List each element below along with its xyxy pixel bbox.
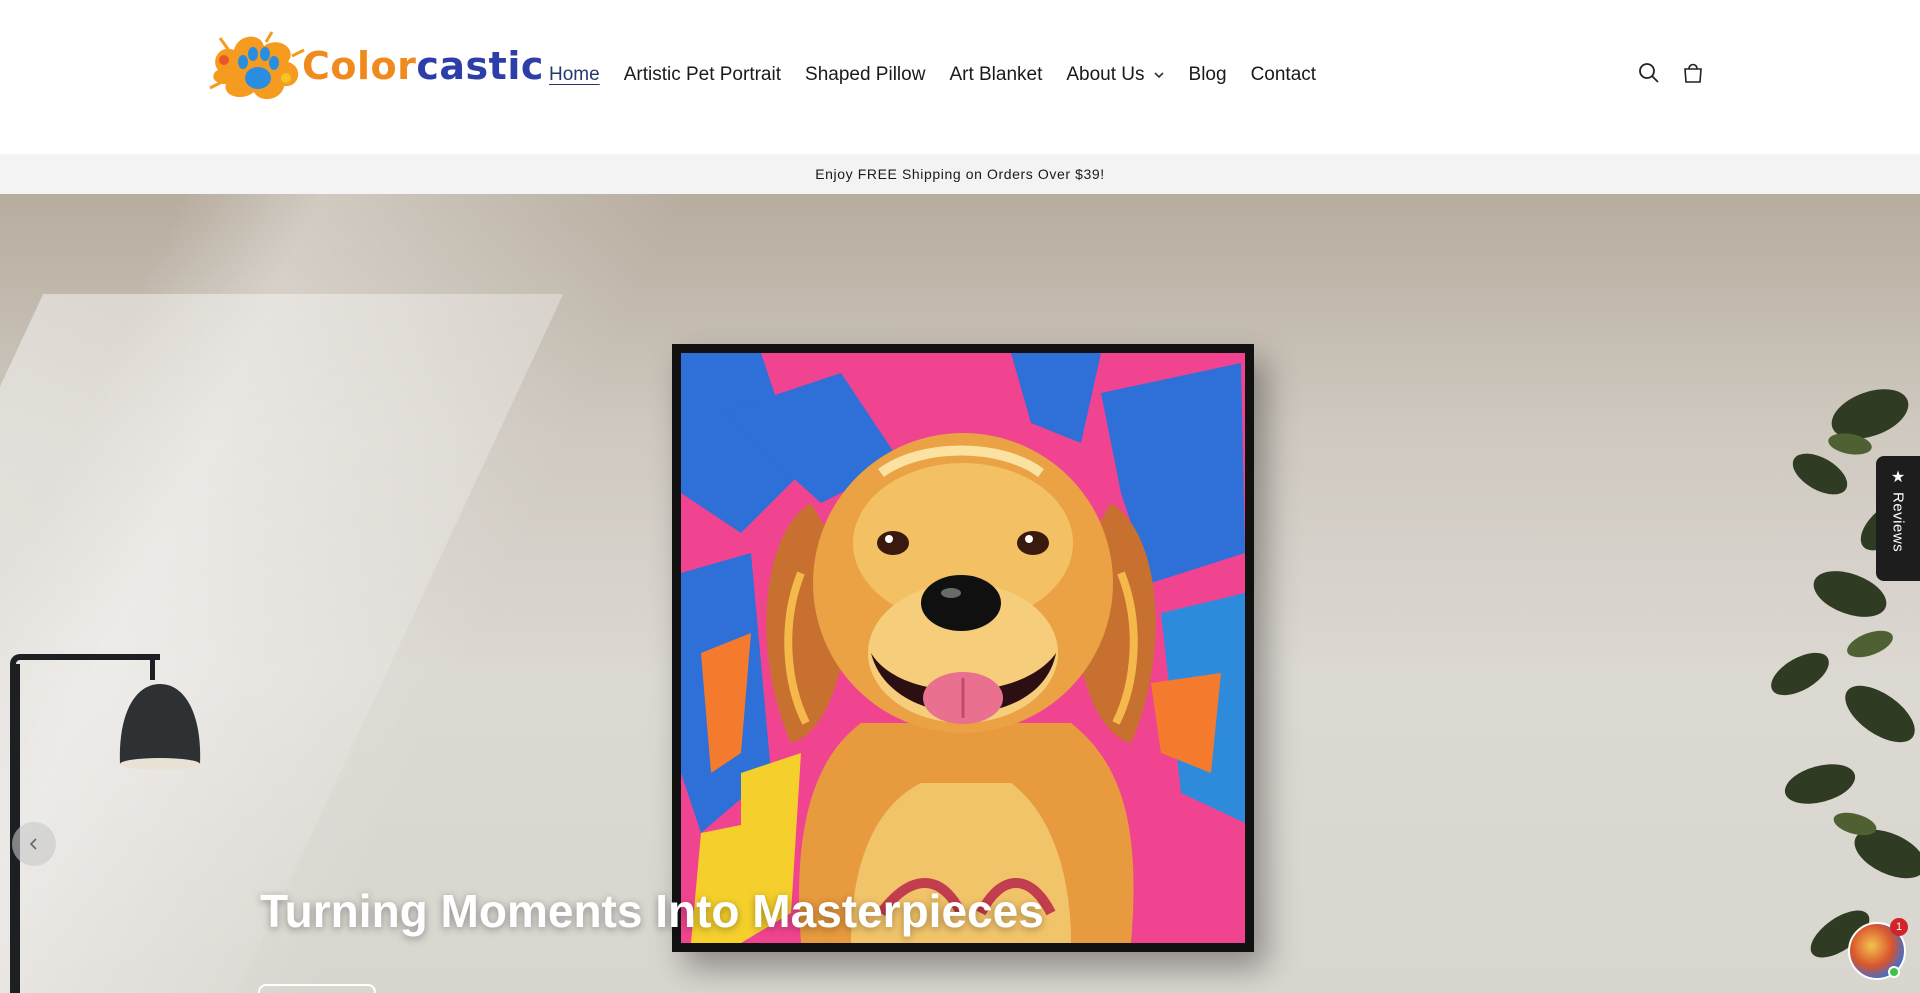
brand-wordmark: Colorcastic (302, 44, 544, 88)
dog-portrait-painting (681, 353, 1245, 943)
star-icon: ★ (1890, 469, 1906, 486)
slide-prev-button[interactable] (12, 822, 56, 866)
online-status-dot (1888, 966, 1900, 978)
nav-about-us-label: About Us (1066, 64, 1145, 85)
hero-slideshow: Turning Moments Into Masterpieces (0, 194, 1920, 993)
nav-home[interactable]: Home (549, 64, 600, 86)
nav-shaped-pillow[interactable]: Shaped Pillow (805, 64, 925, 86)
chat-notification-badge: 1 (1890, 918, 1908, 936)
site-header: Colorcastic Home Artistic Pet Portrait S… (0, 0, 1920, 154)
brand-name-part2: castic (416, 44, 544, 88)
reviews-tab-label: Reviews (1889, 492, 1907, 553)
framed-pet-portrait (672, 344, 1254, 952)
nav-art-blanket[interactable]: Art Blanket (949, 64, 1042, 86)
nav-contact[interactable]: Contact (1251, 64, 1316, 86)
golden-retriever-art (681, 353, 1245, 943)
nav-blog[interactable]: Blog (1189, 64, 1227, 86)
paw-splash-icon (209, 31, 305, 100)
reviews-tab[interactable]: ★ Reviews (1876, 456, 1920, 581)
announcement-text: Enjoy FREE Shipping on Orders Over $39! (815, 166, 1105, 182)
houseplant (1771, 389, 1920, 958)
nav-about-us[interactable]: About Us (1066, 64, 1164, 86)
main-nav: Home Artistic Pet Portrait Shaped Pillow… (549, 58, 1340, 92)
chevron-down-icon (1153, 72, 1164, 79)
chevron-left-icon (29, 838, 37, 850)
brand-name-part1: Color (302, 44, 417, 88)
hero-cta-button[interactable] (258, 984, 376, 993)
floor-lamp-shade (119, 684, 201, 770)
nav-artistic-pet-portrait[interactable]: Artistic Pet Portrait (624, 64, 781, 86)
cart-icon[interactable] (1680, 60, 1706, 86)
announcement-bar: Enjoy FREE Shipping on Orders Over $39! (0, 154, 1920, 194)
floor-lamp-arm (10, 654, 160, 664)
search-icon[interactable] (1636, 60, 1662, 86)
brand-logo[interactable]: Colorcastic (208, 30, 544, 102)
hero-title: Turning Moments Into Masterpieces (260, 885, 1044, 937)
